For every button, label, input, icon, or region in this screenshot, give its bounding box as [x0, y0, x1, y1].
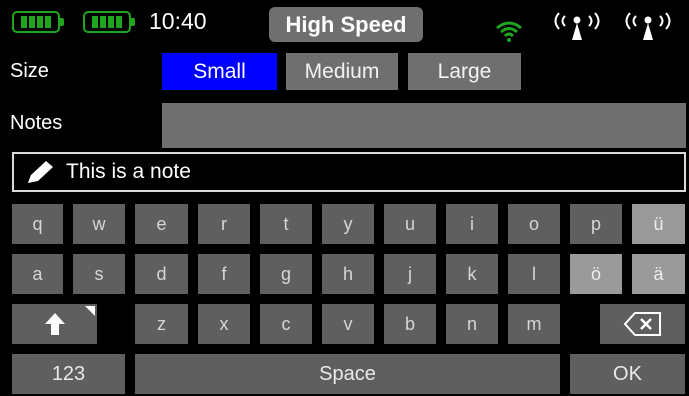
key-k[interactable]: k — [446, 254, 498, 294]
pencil-icon — [28, 161, 53, 183]
key-t[interactable]: t — [260, 204, 312, 244]
battery-1-icon — [12, 11, 64, 33]
key-e[interactable]: e — [135, 204, 188, 244]
shift-key[interactable] — [12, 304, 97, 344]
wifi-icon — [496, 21, 522, 42]
key-o[interactable]: o — [508, 204, 560, 244]
key-v[interactable]: v — [322, 304, 374, 344]
key-s[interactable]: s — [73, 254, 125, 294]
key-f[interactable]: f — [198, 254, 250, 294]
key-n[interactable]: n — [446, 304, 498, 344]
key-r[interactable]: r — [198, 204, 250, 244]
key-l[interactable]: l — [508, 254, 560, 294]
key-b[interactable]: b — [384, 304, 436, 344]
antenna-1-icon — [554, 12, 600, 40]
key-p[interactable]: p — [570, 204, 622, 244]
key-z[interactable]: z — [135, 304, 188, 344]
shift-lock-indicator — [85, 306, 95, 316]
space-key[interactable]: Space — [135, 354, 560, 394]
key-i[interactable]: i — [446, 204, 498, 244]
note-text-value: This is a note — [66, 160, 191, 183]
key-j[interactable]: j — [384, 254, 436, 294]
key-g[interactable]: g — [260, 254, 312, 294]
key-u-umlaut[interactable]: ü — [632, 204, 685, 244]
key-y[interactable]: y — [322, 204, 374, 244]
key-m[interactable]: m — [508, 304, 560, 344]
key-d[interactable]: d — [135, 254, 188, 294]
key-u[interactable]: u — [384, 204, 436, 244]
key-q[interactable]: q — [12, 204, 63, 244]
key-x[interactable]: x — [198, 304, 250, 344]
shift-arrow-icon — [44, 313, 65, 335]
key-o-umlaut[interactable]: ö — [570, 254, 622, 294]
mode-indicator[interactable]: High Speed — [269, 7, 423, 42]
size-small-button[interactable]: Small — [162, 53, 277, 90]
key-h[interactable]: h — [322, 254, 374, 294]
size-large-button[interactable]: Large — [408, 53, 521, 90]
clock-time: 10:40 — [149, 8, 207, 34]
notes-field[interactable] — [162, 103, 686, 148]
key-w[interactable]: w — [73, 204, 125, 244]
ok-key[interactable]: OK — [570, 354, 685, 394]
antenna-2-icon — [625, 12, 671, 40]
battery-2-icon — [83, 11, 135, 33]
key-a[interactable]: a — [12, 254, 63, 294]
key-a-umlaut[interactable]: ä — [632, 254, 685, 294]
size-label: Size — [10, 60, 49, 82]
numbers-key[interactable]: 123 — [12, 354, 125, 394]
notes-label: Notes — [10, 112, 63, 134]
note-text-input[interactable]: This is a note — [12, 152, 686, 192]
backspace-icon — [623, 312, 661, 336]
backspace-key[interactable] — [600, 304, 685, 344]
key-c[interactable]: c — [260, 304, 312, 344]
size-medium-button[interactable]: Medium — [286, 53, 398, 90]
